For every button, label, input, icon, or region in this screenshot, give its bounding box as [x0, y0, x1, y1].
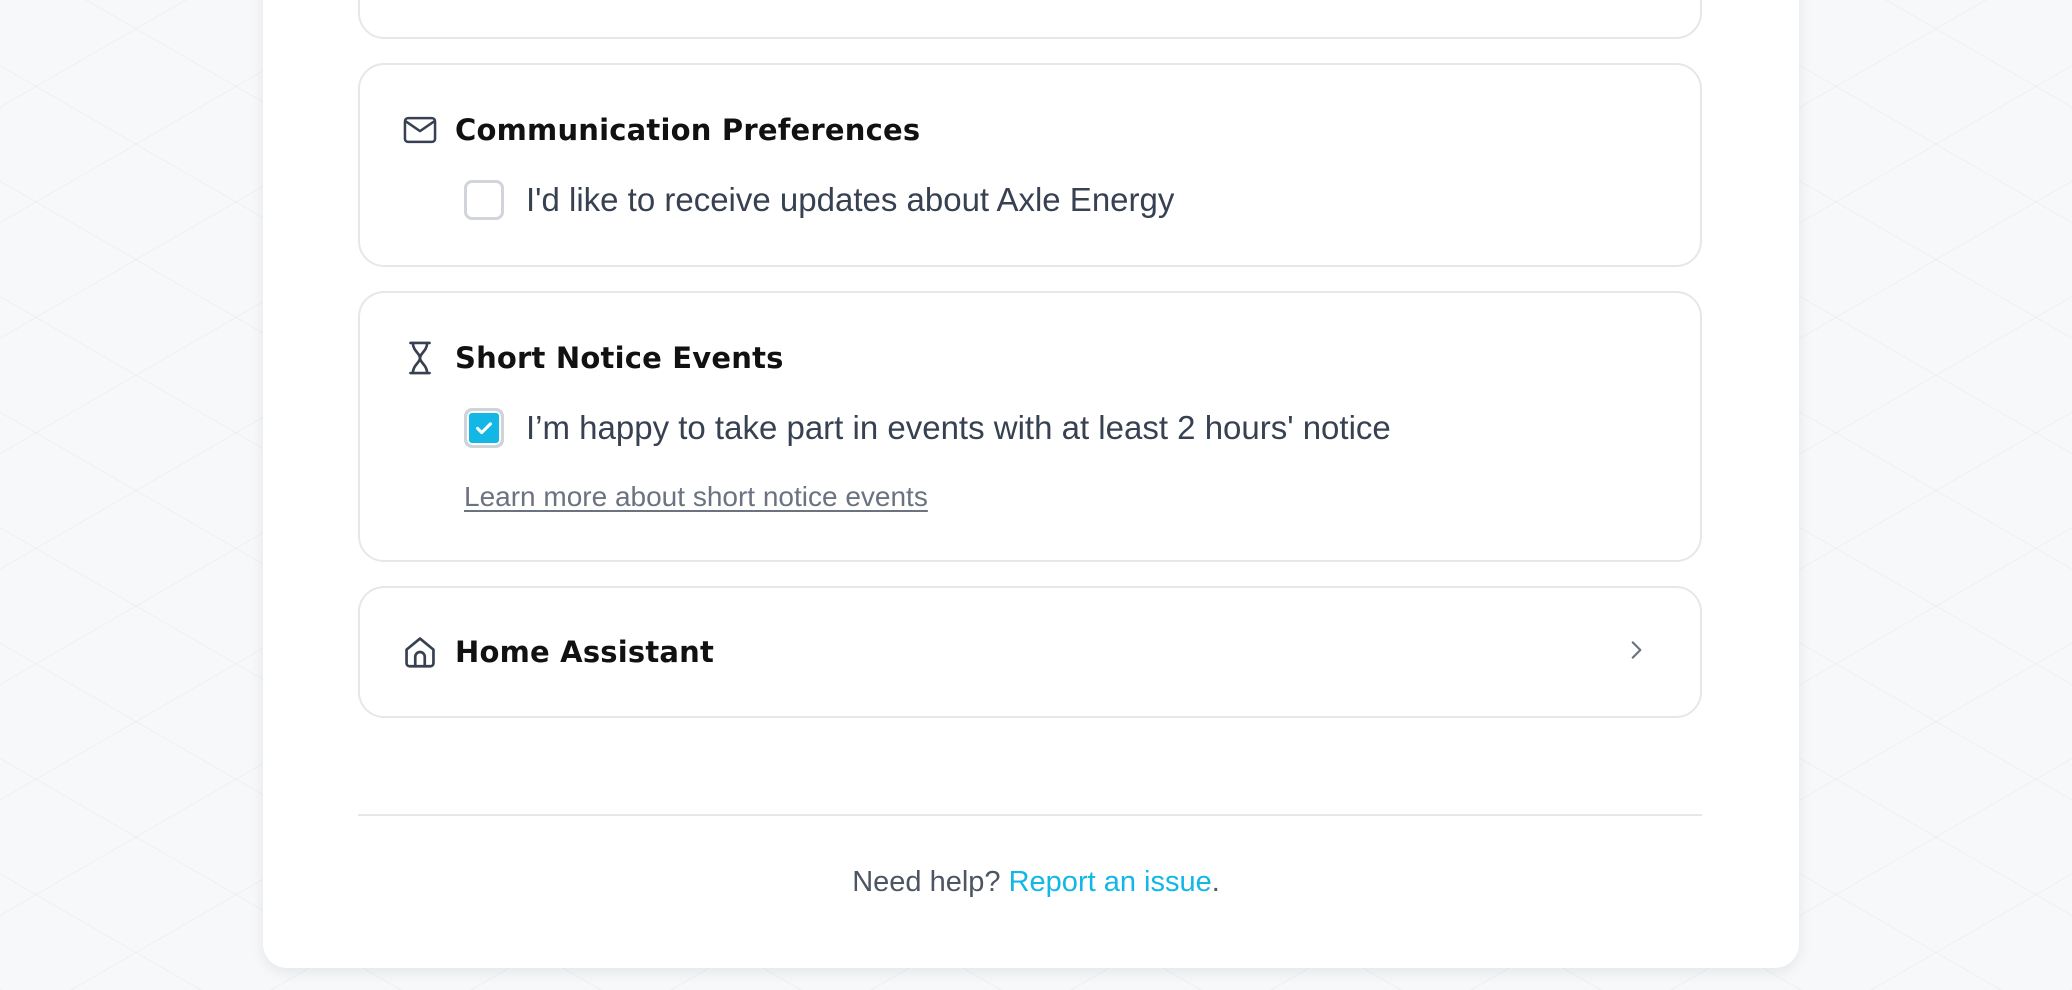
card-title: Home Assistant	[455, 635, 715, 669]
card-header: Home Assistant	[400, 632, 714, 672]
mail-icon	[400, 110, 440, 150]
help-text: Need help?	[852, 866, 1009, 898]
help-footer: Need help? Report an issue.	[0, 866, 2072, 899]
learn-more-link[interactable]: Learn more about short notice events	[464, 481, 928, 513]
updates-label: I'd like to receive updates about Axle E…	[526, 181, 1175, 218]
card-title: Short Notice Events	[455, 341, 784, 375]
check-icon	[476, 422, 492, 435]
updates-option[interactable]: I'd like to receive updates about Axle E…	[464, 180, 1174, 220]
short-notice-events-card: Short Notice Events I’m happy to take pa…	[358, 291, 1702, 562]
hourglass-icon	[400, 338, 440, 378]
updates-checkbox[interactable]	[464, 180, 504, 220]
short-notice-checkbox[interactable]	[464, 408, 504, 448]
card-header: Short Notice Events	[400, 338, 784, 378]
home-icon	[400, 632, 440, 672]
card-header: Communication Preferences	[400, 110, 920, 150]
divider	[358, 814, 1702, 816]
card-title: Communication Preferences	[455, 113, 921, 147]
communication-preferences-card: Communication Preferences I'd like to re…	[358, 63, 1702, 267]
short-notice-label: I’m happy to take part in events with at…	[526, 409, 1391, 446]
report-issue-link[interactable]: Report an issue	[1009, 866, 1212, 898]
previous-card	[358, 0, 1702, 39]
short-notice-option[interactable]: I’m happy to take part in events with at…	[464, 408, 1391, 448]
chevron-right-icon[interactable]	[1620, 634, 1652, 666]
help-suffix: .	[1211, 866, 1220, 898]
home-assistant-card[interactable]: Home Assistant	[358, 586, 1702, 718]
